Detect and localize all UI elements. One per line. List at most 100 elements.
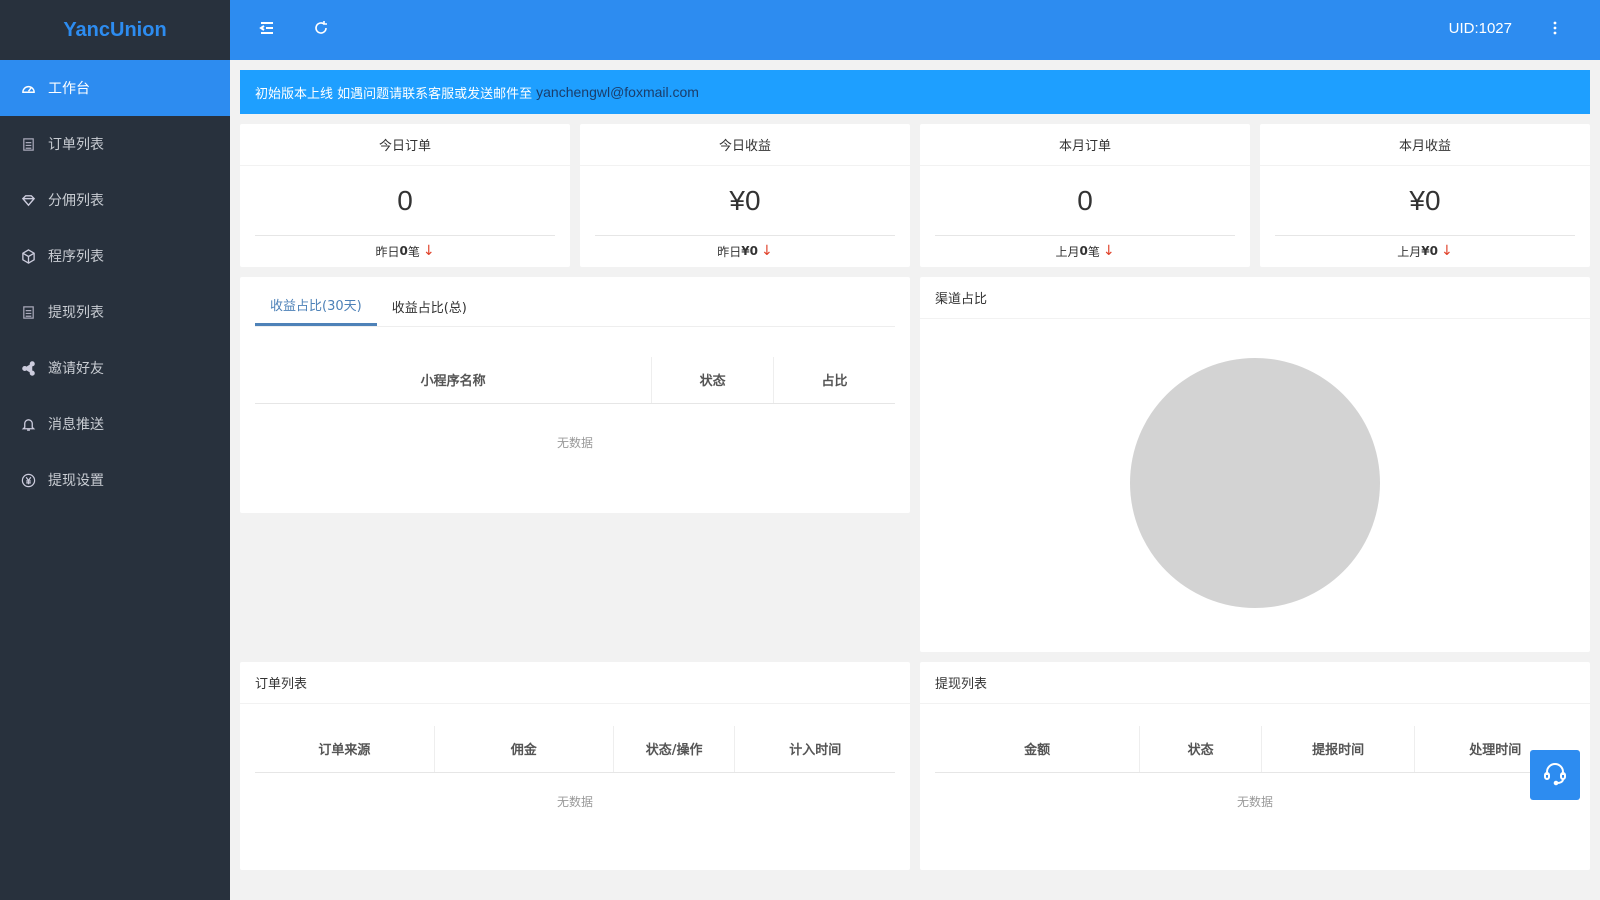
column-header[interactable]: 佣金 — [434, 726, 614, 773]
orders-panel: 订单列表 订单来源 佣金 状态/操作 计入时间 无数据 — [240, 662, 910, 870]
stat-foot-label: 昨日 — [375, 244, 400, 259]
stat-foot-label: 上月 — [1397, 244, 1422, 259]
withdrawals-panel: 提现列表 金额 状态 提报时间 处理时间 无数据 — [920, 662, 1590, 870]
empty-state: 无数据 — [556, 794, 593, 809]
stat-foot-value: ¥0 — [1421, 244, 1438, 258]
empty-pie-slice[interactable] — [1130, 358, 1380, 608]
app-logo[interactable]: YancUnion — [0, 0, 230, 60]
sidebar-item-label: 消息推送 — [48, 417, 104, 433]
stat-title: 本月收益 — [1260, 124, 1590, 166]
stat-footer: 上月 ¥0 ↓ — [1260, 236, 1590, 266]
tab-revenue-30days[interactable]: 收益占比(30天) — [255, 286, 377, 326]
refresh-icon — [312, 19, 330, 41]
revenue-share-panel: 收益占比(30天) 收益占比(总) 小程序名称 状态 占比 无数据 — [240, 277, 910, 513]
trend-down-icon: ↓ — [1440, 243, 1453, 259]
revenue-table: 小程序名称 状态 占比 — [255, 357, 895, 404]
panel-title: 提现列表 — [920, 662, 1590, 704]
sidebar-item-commission[interactable]: 分佣列表 — [0, 172, 230, 228]
stat-title: 本月订单 — [920, 124, 1250, 166]
channel-pie-chart — [1130, 358, 1380, 608]
more-menu-button[interactable] — [1540, 15, 1570, 45]
stat-foot-value: 0 — [1079, 244, 1088, 258]
document-icon — [20, 304, 36, 320]
trend-down-icon: ↓ — [422, 243, 435, 259]
refresh-button[interactable] — [306, 15, 336, 45]
revenue-table-wrap: 小程序名称 状态 占比 无数据 — [255, 357, 895, 481]
sidebar-item-label: 订单列表 — [48, 137, 104, 153]
tab-revenue-total[interactable]: 收益占比(总) — [377, 286, 482, 326]
trend-down-icon: ↓ — [1102, 243, 1115, 259]
column-header[interactable]: 金额 — [935, 726, 1141, 773]
headset-icon — [1542, 760, 1568, 790]
stat-foot-unit: 笔 — [407, 244, 420, 259]
column-header[interactable]: 计入时间 — [734, 726, 895, 773]
more-vertical-icon — [1546, 19, 1564, 41]
sidebar-item-programs[interactable]: 程序列表 — [0, 228, 230, 284]
share-icon — [20, 360, 36, 376]
column-header[interactable]: 状态 — [1139, 726, 1262, 773]
empty-state: 无数据 — [556, 435, 593, 450]
channel-share-panel: 渠道占比 — [920, 277, 1590, 652]
revenue-tabs: 收益占比(30天) 收益占比(总) — [255, 277, 895, 327]
stat-foot-label: 昨日 — [717, 244, 742, 259]
diamond-icon — [20, 192, 36, 208]
menu-fold-icon — [258, 19, 276, 41]
yen-circle-icon — [20, 472, 36, 488]
notice-email[interactable]: yanchengwl@foxmail.com — [536, 84, 699, 100]
stat-foot-label: 上月 — [1055, 244, 1080, 259]
stat-foot-value: 0 — [399, 244, 408, 258]
stat-value: ¥0 — [595, 166, 895, 236]
stat-card-today-orders: 今日订单 0 昨日 0 笔 ↓ — [240, 124, 570, 267]
stat-card-month-revenue: 本月收益 ¥0 上月 ¥0 ↓ — [1260, 124, 1590, 267]
column-header[interactable]: 状态/操作 — [613, 726, 736, 773]
sidebar-item-orders[interactable]: 订单列表 — [0, 116, 230, 172]
dashboard-icon — [20, 80, 36, 96]
sidebar: YancUnion 工作台 订单列表 分佣列表 程序列表 提现列表 邀请好友 消… — [0, 0, 230, 900]
withdrawals-table: 金额 状态 提报时间 处理时间 — [935, 726, 1575, 773]
document-icon — [20, 136, 36, 152]
sidebar-item-notifications[interactable]: 消息推送 — [0, 396, 230, 452]
top-header: UID:1027 — [230, 0, 1600, 60]
sidebar-item-label: 工作台 — [48, 81, 90, 97]
sidebar-item-withdrawals[interactable]: 提现列表 — [0, 284, 230, 340]
menu-fold-button[interactable] — [252, 15, 282, 45]
orders-table-wrap: 订单来源 佣金 状态/操作 计入时间 无数据 — [255, 726, 895, 830]
sidebar-item-label: 邀请好友 — [48, 361, 104, 377]
stat-footer: 上月 0 笔 ↓ — [920, 236, 1250, 266]
bell-icon — [20, 416, 36, 432]
panel-title: 订单列表 — [240, 662, 910, 704]
cube-icon — [20, 248, 36, 264]
withdrawals-table-wrap: 金额 状态 提报时间 处理时间 无数据 — [935, 726, 1575, 830]
empty-state: 无数据 — [1236, 794, 1273, 809]
trend-down-icon: ↓ — [760, 243, 773, 259]
stat-foot-value: ¥0 — [741, 244, 758, 258]
notice-banner: 初始版本上线 如遇问题请联系客服或发送邮件至 yanchengwl@foxmai… — [240, 70, 1590, 114]
customer-support-button[interactable] — [1530, 750, 1580, 800]
stat-value: 0 — [935, 166, 1235, 236]
sidebar-item-withdraw-settings[interactable]: 提现设置 — [0, 452, 230, 508]
column-header[interactable]: 状态 — [651, 357, 774, 404]
stat-footer: 昨日 0 笔 ↓ — [240, 236, 570, 266]
stat-title: 今日收益 — [580, 124, 910, 166]
column-header[interactable]: 小程序名称 — [255, 357, 653, 404]
stat-footer: 昨日 ¥0 ↓ — [580, 236, 910, 266]
column-header[interactable]: 订单来源 — [255, 726, 435, 773]
orders-table: 订单来源 佣金 状态/操作 计入时间 — [255, 726, 895, 773]
panel-title: 渠道占比 — [920, 277, 1590, 319]
stat-card-month-orders: 本月订单 0 上月 0 笔 ↓ — [920, 124, 1250, 267]
stat-value: 0 — [255, 166, 555, 236]
sidebar-item-invite[interactable]: 邀请好友 — [0, 340, 230, 396]
sidebar-item-label: 提现设置 — [48, 473, 104, 489]
sidebar-item-label: 分佣列表 — [48, 193, 104, 209]
sidebar-item-label: 提现列表 — [48, 305, 104, 321]
notice-text: 初始版本上线 如遇问题请联系客服或发送邮件至 — [255, 86, 533, 102]
user-id[interactable]: UID:1027 — [1449, 20, 1512, 37]
sidebar-item-dashboard[interactable]: 工作台 — [0, 60, 230, 116]
stat-title: 今日订单 — [240, 124, 570, 166]
stat-card-today-revenue: 今日收益 ¥0 昨日 ¥0 ↓ — [580, 124, 910, 267]
column-header[interactable]: 提报时间 — [1261, 726, 1416, 773]
stat-foot-unit: 笔 — [1087, 244, 1100, 259]
sidebar-item-label: 程序列表 — [48, 249, 104, 265]
stat-value: ¥0 — [1275, 166, 1575, 236]
column-header[interactable]: 占比 — [773, 357, 895, 404]
